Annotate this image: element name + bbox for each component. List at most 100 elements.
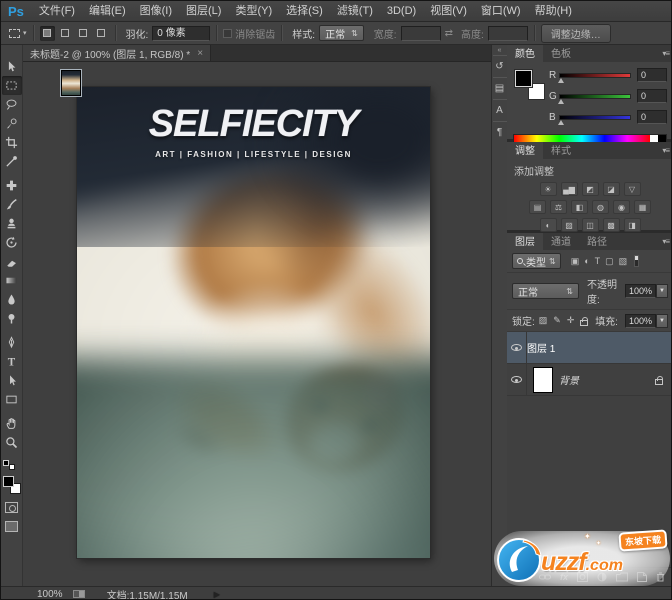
tab-layers[interactable]: 图层: [507, 233, 543, 250]
tab-paths[interactable]: 路径: [579, 233, 615, 250]
menu-item[interactable]: 选择(S): [279, 1, 330, 21]
layer-row[interactable]: 图层 1: [507, 332, 672, 364]
filter-smart-objects-icon[interactable]: ▧: [619, 256, 628, 267]
quick-mask-icon[interactable]: [5, 502, 18, 513]
poster-document[interactable]: SELFIECITY ART | FASHION | LIFESTYLE | D…: [77, 87, 430, 558]
channel-mixer-icon[interactable]: ◉: [613, 200, 630, 214]
channel-value-field[interactable]: 0: [637, 68, 667, 82]
crop-tool[interactable]: [2, 133, 22, 152]
color-balance-icon[interactable]: ⚖: [550, 200, 567, 214]
lock-all-icon[interactable]: [580, 320, 588, 326]
panel-menu-icon[interactable]: ▾≡: [662, 146, 669, 155]
horizontal-type-tool[interactable]: T: [2, 352, 22, 371]
swap-dimensions-icon[interactable]: ⇄: [445, 28, 453, 39]
channel-slider-track[interactable]: [559, 94, 631, 99]
rectangle-tool[interactable]: [2, 390, 22, 409]
history-brush-tool[interactable]: [2, 233, 22, 252]
filter-adjustment-layers-icon[interactable]: ◐: [584, 256, 589, 266]
default-swatches-icon[interactable]: [3, 460, 15, 470]
tab-color[interactable]: 颜色: [507, 45, 543, 62]
status-menu-arrow-icon[interactable]: ▶: [214, 590, 220, 599]
panel-menu-icon[interactable]: ▾≡: [662, 49, 669, 58]
chevron-down-icon[interactable]: ▼: [656, 314, 668, 328]
menu-item[interactable]: 图层(L): [179, 1, 228, 21]
zoom-tool[interactable]: [2, 433, 22, 452]
hand-tool[interactable]: [2, 414, 22, 433]
lasso-tool[interactable]: [2, 95, 22, 114]
slider-thumb-icon[interactable]: [558, 99, 564, 104]
opacity-value[interactable]: 100% ▼: [625, 284, 668, 298]
tool-preset-picker[interactable]: ▾: [9, 29, 27, 38]
intersect-selection-button[interactable]: [94, 26, 109, 41]
screen-mode-icon[interactable]: [5, 521, 18, 532]
gradient-tool[interactable]: [2, 271, 22, 290]
tab-styles[interactable]: 样式: [543, 142, 579, 159]
gradient-map-icon[interactable]: ▩: [603, 218, 620, 232]
properties-panel-icon[interactable]: ▤: [493, 77, 507, 99]
channel-slider-track[interactable]: [559, 115, 631, 120]
layer-name[interactable]: 背景: [559, 372, 579, 387]
new-selection-button[interactable]: [40, 26, 55, 41]
lock-transparency-icon[interactable]: ▨: [539, 315, 548, 326]
add-selection-button[interactable]: [58, 26, 73, 41]
hue-saturation-icon[interactable]: ▤: [529, 200, 546, 214]
posterize-icon[interactable]: ▨: [561, 218, 578, 232]
spot-healing-brush-tool[interactable]: [2, 176, 22, 195]
photo-filter-icon[interactable]: ◍: [592, 200, 609, 214]
path-selection-tool[interactable]: [2, 371, 22, 390]
slider-thumb-icon[interactable]: [558, 120, 564, 125]
move-tool[interactable]: [2, 57, 22, 76]
menu-item[interactable]: 类型(Y): [228, 1, 279, 21]
clone-stamp-tool[interactable]: [2, 214, 22, 233]
height-input[interactable]: [488, 26, 528, 41]
layer-thumbnail[interactable]: [533, 367, 553, 393]
visibility-eye-icon[interactable]: [507, 364, 527, 395]
curves-icon[interactable]: ◩: [582, 182, 599, 196]
close-icon[interactable]: ×: [197, 48, 203, 59]
antialias-checkbox[interactable]: [223, 29, 232, 38]
pen-tool[interactable]: [2, 333, 22, 352]
refine-edge-button[interactable]: 调整边缘…: [541, 24, 611, 43]
foreground-background-swatches[interactable]: [3, 476, 21, 494]
layer-name[interactable]: 图层 1: [527, 340, 555, 355]
menu-item[interactable]: 编辑(E): [82, 1, 133, 21]
threshold-icon[interactable]: ◫: [582, 218, 599, 232]
menu-item[interactable]: 视图(V): [423, 1, 474, 21]
character-panel-icon[interactable]: A: [493, 99, 507, 121]
layer-thumbnail[interactable]: [61, 70, 81, 96]
rectangular-marquee-tool[interactable]: [2, 76, 22, 95]
tab-swatches[interactable]: 色板: [543, 45, 579, 62]
filter-type-layers-icon[interactable]: T: [595, 256, 601, 266]
tab-adjustments[interactable]: 调整: [507, 142, 543, 159]
panel-menu-icon[interactable]: ▾≡: [662, 237, 669, 246]
brush-tool[interactable]: [2, 195, 22, 214]
eyedropper-tool[interactable]: [2, 152, 22, 171]
menu-item[interactable]: 3D(D): [380, 1, 423, 21]
menu-item[interactable]: 窗口(W): [474, 1, 528, 21]
layer-row[interactable]: 背景: [507, 364, 672, 396]
dodge-tool[interactable]: [2, 309, 22, 328]
color-lookup-icon[interactable]: ▦: [634, 200, 651, 214]
tab-channels[interactable]: 通道: [543, 233, 579, 250]
paragraph-panel-icon[interactable]: ¶: [493, 121, 507, 143]
lock-pixels-icon[interactable]: ✎: [553, 315, 561, 326]
color-panel-swatches[interactable]: [515, 70, 545, 100]
style-dropdown[interactable]: 正常 ⇅: [319, 25, 364, 41]
history-panel-icon[interactable]: ↺: [493, 55, 507, 77]
filter-pixel-layers-icon[interactable]: ▣: [571, 256, 580, 267]
selective-color-icon[interactable]: ◨: [624, 218, 641, 232]
channel-value-field[interactable]: 0: [637, 89, 667, 103]
feather-input[interactable]: 0 像素: [152, 26, 210, 41]
document-tab[interactable]: 未标题-2 @ 100% (图层 1, RGB/8) * ×: [23, 45, 211, 61]
subtract-selection-button[interactable]: [76, 26, 91, 41]
vibrance-icon[interactable]: ▽: [624, 182, 641, 196]
width-input[interactable]: [401, 26, 441, 41]
invert-icon[interactable]: ◐: [540, 218, 557, 232]
exposure-icon[interactable]: ◪: [603, 182, 620, 196]
menu-item[interactable]: 帮助(H): [528, 1, 579, 21]
foreground-color-swatch[interactable]: [3, 476, 14, 487]
menu-item[interactable]: 图像(I): [133, 1, 179, 21]
channel-slider-track[interactable]: [559, 73, 631, 78]
expand-panels-icon[interactable]: «: [498, 47, 502, 55]
slider-thumb-icon[interactable]: [558, 78, 564, 83]
